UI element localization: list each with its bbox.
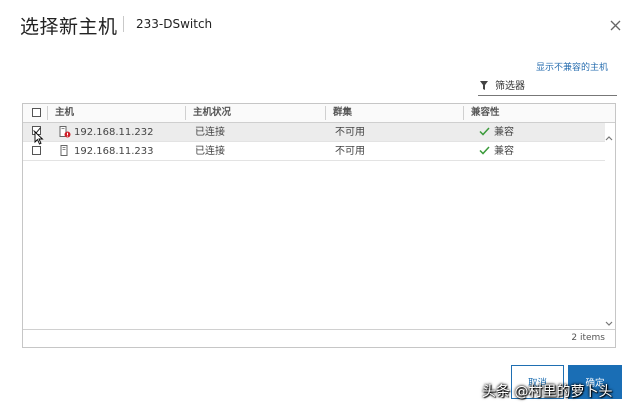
scroll-up-icon[interactable]: [605, 135, 613, 141]
cluster: 不可用: [335, 146, 365, 157]
host-name[interactable]: 192.168.11.232: [74, 123, 154, 142]
show-incompatible-hosts-link[interactable]: 显示不兼容的主机: [536, 60, 608, 73]
scroll-down-icon[interactable]: [605, 321, 613, 327]
dialog-subtitle: 233-DSwitch: [136, 17, 213, 31]
host-status: 已连接: [195, 146, 225, 157]
cluster: 不可用: [335, 127, 365, 138]
hosts-grid: 主机 主机状况 群集 兼容性 192.168.11.232 已连接 不可用 兼容…: [22, 103, 616, 348]
compatibility: 兼容: [494, 146, 514, 157]
host-alert-icon: [59, 126, 71, 138]
filter-box: [478, 78, 617, 96]
checkmark-icon: [479, 127, 490, 136]
table-row[interactable]: 192.168.11.232 已连接 不可用 兼容: [23, 123, 605, 142]
close-icon: [610, 20, 620, 30]
filter-input[interactable]: [495, 78, 615, 94]
host-name[interactable]: 192.168.11.233: [74, 142, 154, 161]
title-divider: [123, 16, 124, 32]
filter-icon: [480, 81, 488, 90]
vertical-scrollbar[interactable]: [604, 123, 614, 329]
close-button[interactable]: [604, 14, 626, 36]
table-row[interactable]: 192.168.11.233 已连接 不可用 兼容: [23, 142, 605, 161]
select-all-checkbox[interactable]: [32, 108, 41, 117]
item-count: 2 items: [571, 333, 605, 343]
column-header-host-status[interactable]: 主机状况: [185, 104, 325, 122]
column-header-compatibility[interactable]: 兼容性: [463, 104, 603, 122]
column-header-cluster[interactable]: 群集: [325, 104, 463, 122]
grid-footer: 2 items: [23, 329, 615, 347]
compatibility: 兼容: [494, 127, 514, 138]
row-checkbox[interactable]: [32, 146, 41, 155]
host-icon: [60, 145, 68, 156]
watermark: 头条 @村里的萝卜头: [482, 384, 613, 400]
select-new-hosts-dialog: 选择新主机 233-DSwitch 显示不兼容的主机 主机 主机状况 群集 兼容…: [0, 0, 640, 411]
dialog-title: 选择新主机: [20, 16, 118, 38]
host-status: 已连接: [195, 127, 225, 138]
grid-header: 主机 主机状况 群集 兼容性: [23, 104, 615, 123]
checkmark-icon: [479, 146, 490, 155]
mouse-cursor-icon: [34, 131, 44, 145]
column-header-host[interactable]: 主机: [47, 104, 185, 122]
